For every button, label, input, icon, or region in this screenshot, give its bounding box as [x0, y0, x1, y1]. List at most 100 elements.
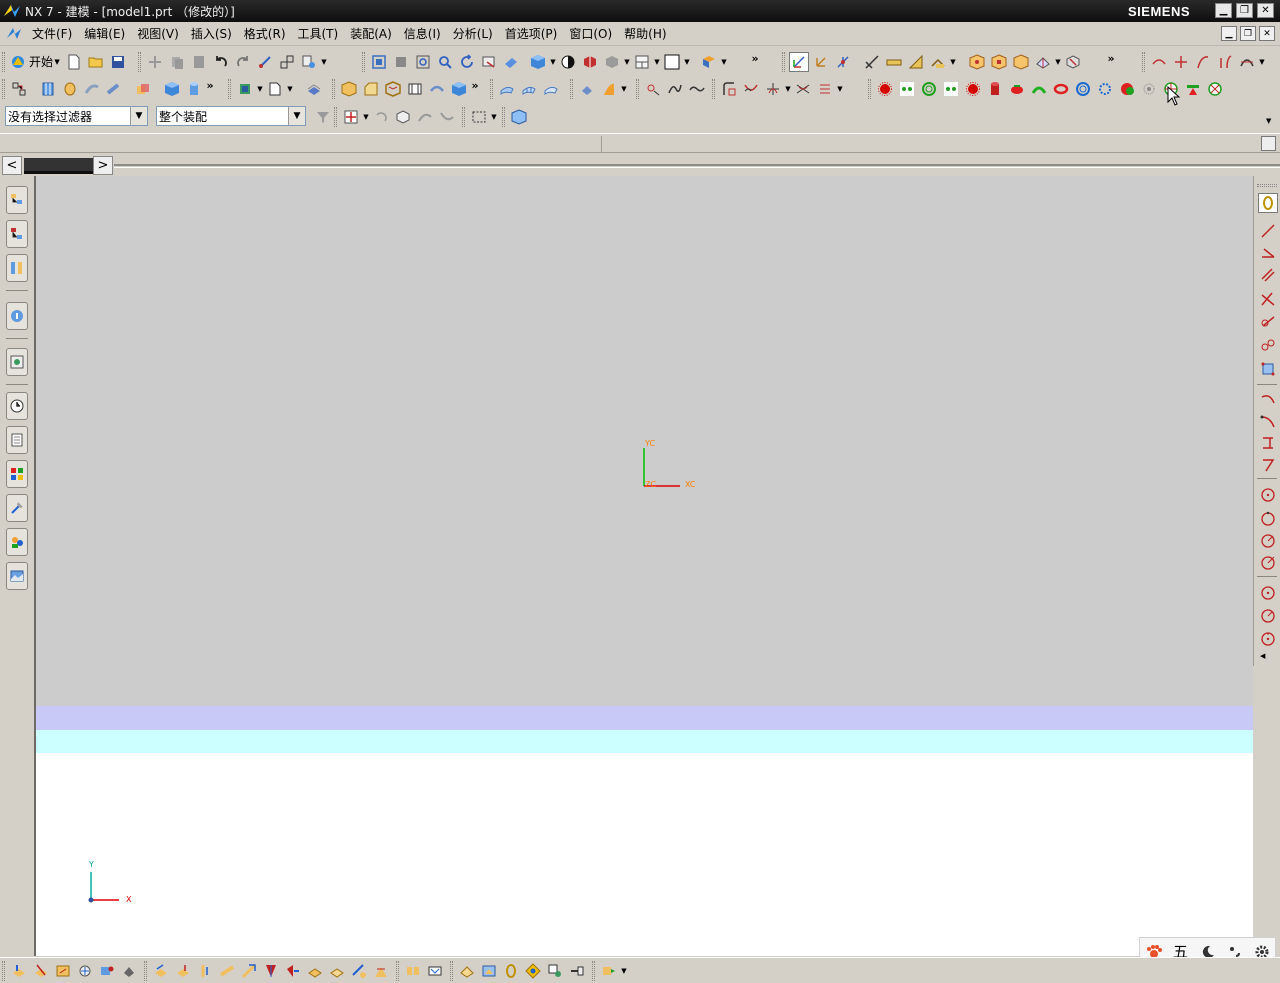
pattern-feature-button[interactable] — [449, 79, 469, 99]
chamfer-button[interactable] — [361, 79, 381, 99]
display-part-button[interactable] — [479, 961, 499, 981]
part-tab[interactable] — [24, 158, 94, 174]
split-body-button[interactable] — [403, 961, 423, 981]
toolbar-grip[interactable] — [2, 51, 5, 72]
orient-view-button[interactable] — [580, 52, 600, 72]
raster-image-button[interactable] — [119, 961, 139, 981]
new-file-button[interactable] — [64, 52, 84, 72]
rectangle-button[interactable] — [1259, 360, 1277, 378]
snap-mid-point-button[interactable] — [919, 79, 939, 99]
chevron-down-icon[interactable]: ▼ — [720, 52, 728, 72]
redo-button[interactable] — [233, 52, 253, 72]
extract-body-button[interactable] — [217, 961, 237, 981]
trim-curve-button[interactable] — [1149, 52, 1169, 72]
toolbar-grip[interactable] — [636, 78, 639, 99]
curve-button[interactable] — [687, 79, 707, 99]
undo-selection-button[interactable] — [371, 107, 391, 127]
chevron-down-icon[interactable]: ▼ — [1054, 52, 1062, 72]
undo-button[interactable] — [211, 52, 231, 72]
sew-button[interactable] — [327, 961, 347, 981]
edge-blend-button[interactable] — [339, 79, 359, 99]
layer-settings-button[interactable] — [425, 961, 445, 981]
cylinder-button[interactable] — [184, 79, 204, 99]
toolbar-overflow-icon[interactable]: » — [470, 79, 480, 99]
open-file-button[interactable] — [86, 52, 106, 72]
through-curve-mesh-button[interactable] — [519, 79, 539, 99]
show-hide-button[interactable] — [509, 107, 529, 127]
toolbar-overflow-icon[interactable]: » — [1106, 52, 1116, 72]
intersection-curve-button[interactable] — [793, 79, 813, 99]
full-screen-icon[interactable] — [1261, 136, 1276, 151]
rotate-button[interactable] — [457, 52, 477, 72]
view-section-button[interactable] — [501, 52, 521, 72]
toolbar-grip[interactable] — [462, 106, 465, 127]
snap-point-on-curve-button[interactable] — [1029, 79, 1049, 99]
menu-view[interactable]: 视图(V) — [131, 24, 185, 44]
datum-axis-button[interactable] — [31, 961, 51, 981]
move-face-button[interactable] — [235, 79, 255, 99]
bridge-curve-button[interactable] — [741, 79, 761, 99]
menu-window[interactable]: 窗口(O) — [563, 24, 618, 44]
bitangent-line-button[interactable] — [1259, 336, 1277, 354]
edit-feature-parameters-button[interactable] — [577, 79, 597, 99]
trim-corner-button[interactable] — [1215, 52, 1235, 72]
patch-button[interactable] — [349, 961, 369, 981]
tab-previous-button[interactable]: < — [2, 156, 22, 175]
chevron-down-icon[interactable]: ▼ — [653, 52, 661, 72]
restore-button[interactable]: ❐ — [1236, 3, 1253, 18]
toolbar-grip[interactable] — [138, 51, 141, 72]
circle-tangent-button[interactable] — [1259, 532, 1277, 550]
minimize-button[interactable]: ▁ — [1215, 3, 1232, 18]
extrude-button[interactable] — [38, 79, 58, 99]
cut-button[interactable] — [145, 52, 165, 72]
mirror-feature-button[interactable] — [427, 79, 447, 99]
menu-file[interactable]: 文件(F) — [26, 24, 78, 44]
wcs-dynamics-button[interactable] — [789, 51, 809, 72]
chevron-down-icon[interactable]: ▼ — [620, 79, 628, 99]
system-materials-tab[interactable] — [6, 426, 28, 454]
copy-object-button[interactable] — [277, 52, 297, 72]
roles-tab[interactable] — [6, 528, 28, 556]
spline-button[interactable] — [665, 79, 685, 99]
revolve-button[interactable] — [60, 79, 80, 99]
toolbar-grip[interactable] — [712, 78, 715, 99]
chevron-down-icon[interactable]: ▼ — [130, 107, 147, 125]
add-component-button[interactable] — [989, 52, 1009, 72]
macro-button[interactable] — [599, 961, 619, 981]
circle-center-radius-button[interactable] — [1259, 486, 1277, 504]
toolbar-grip[interactable] — [334, 106, 337, 127]
toolbar-grip[interactable] — [2, 78, 5, 99]
menu-help[interactable]: 帮助(H) — [618, 24, 672, 44]
system-scene-tab[interactable] — [6, 562, 28, 590]
wcs-origin-button[interactable] — [811, 52, 831, 72]
chevron-down-icon[interactable]: ▼ — [620, 961, 628, 981]
snap-end-point-button[interactable] — [897, 79, 917, 99]
assembly-navigator-tab[interactable] — [6, 186, 28, 214]
edge-display-button[interactable] — [602, 52, 622, 72]
snap-point-on-surface-button[interactable] — [1051, 79, 1071, 99]
offset-curve-button[interactable] — [719, 79, 739, 99]
doc-minimize-button[interactable]: ▁ — [1221, 26, 1237, 41]
select-all-button[interactable] — [341, 107, 361, 127]
point-set-button[interactable] — [97, 961, 117, 981]
snap-intersection-button[interactable] — [963, 79, 983, 99]
constraint-navigator-tab[interactable] — [6, 220, 28, 248]
replace-feature-button[interactable] — [599, 79, 619, 99]
select-solid-button[interactable] — [393, 107, 413, 127]
measure-distance-button[interactable] — [862, 52, 882, 72]
snap-toggle-button[interactable] — [1258, 193, 1278, 213]
arc-three-point-button[interactable] — [1259, 412, 1277, 430]
expression-button[interactable] — [567, 961, 587, 981]
mirror-body-button[interactable] — [261, 961, 281, 981]
wcs-rotate-button[interactable] — [833, 52, 853, 72]
work-part-button[interactable] — [501, 961, 521, 981]
attribute-button[interactable] — [545, 961, 565, 981]
assembly-navigator-button[interactable] — [967, 52, 987, 72]
parallel-line-button[interactable] — [1259, 266, 1277, 284]
menu-edit[interactable]: 编辑(E) — [78, 24, 131, 44]
through-curves-button[interactable] — [497, 79, 517, 99]
toolbar-grip[interactable] — [450, 960, 453, 981]
toolbar-grip[interactable] — [1257, 184, 1277, 187]
snap-pole-button[interactable] — [1095, 79, 1115, 99]
visualization-button[interactable] — [699, 52, 719, 72]
